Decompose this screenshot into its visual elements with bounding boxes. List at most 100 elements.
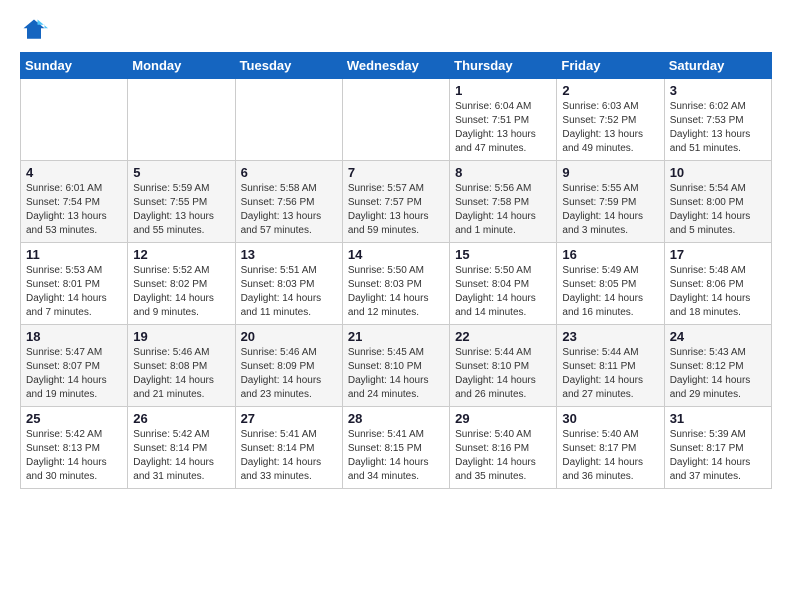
day-info: Sunrise: 5:49 AMSunset: 8:05 PMDaylight:… — [562, 264, 658, 320]
day-number: 9 — [562, 165, 658, 180]
day-info: Sunrise: 5:47 AMSunset: 8:07 PMDaylight:… — [26, 346, 122, 402]
calendar-header-row: SundayMondayTuesdayWednesdayThursdayFrid… — [21, 53, 772, 79]
page-header — [20, 16, 772, 44]
calendar-cell: 6Sunrise: 5:58 AMSunset: 7:56 PMDaylight… — [235, 161, 342, 243]
day-number: 28 — [348, 411, 444, 426]
day-info: Sunrise: 5:44 AMSunset: 8:10 PMDaylight:… — [455, 346, 551, 402]
day-info: Sunrise: 5:41 AMSunset: 8:14 PMDaylight:… — [241, 428, 337, 484]
calendar-cell: 27 Sunrise: 5:41 AMSunset: 8:14 PMDayligh… — [235, 407, 342, 489]
calendar-cell: 7 Sunrise: 5:57 AMSunset: 7:57 PMDaylight… — [342, 161, 449, 243]
calendar-cell — [21, 79, 128, 161]
day-number: 10 — [670, 165, 766, 180]
logo — [20, 16, 52, 44]
day-info: Sunrise: 6:04 AMSunset: 7:51 PMDaylight:… — [455, 100, 551, 156]
day-number: 14 — [348, 247, 444, 262]
day-number: 27 — [241, 411, 337, 426]
calendar-cell: 16 Sunrise: 5:49 AMSunset: 8:05 PMDayligh… — [557, 243, 664, 325]
day-info: Sunrise: 5:46 AMSunset: 8:09 PMDaylight:… — [241, 346, 337, 402]
day-number: 18 — [26, 329, 122, 344]
day-header-friday: Friday — [557, 53, 664, 79]
calendar-week-5: 25 Sunrise: 5:42 AMSunset: 8:13 PMDayligh… — [21, 407, 772, 489]
day-info: Sunrise: 5:40 AMSunset: 8:16 PMDaylight:… — [455, 428, 551, 484]
day-number: 31 — [670, 411, 766, 426]
day-info: Sunrise: 5:45 AMSunset: 8:10 PMDaylight:… — [348, 346, 444, 402]
day-info: Sunrise: 5:40 AMSunset: 8:17 PMDaylight:… — [562, 428, 658, 484]
calendar-cell: 2 Sunrise: 6:03 AMSunset: 7:52 PMDaylight… — [557, 79, 664, 161]
day-info: Sunrise: 6:01 AMSunset: 7:54 PMDaylight:… — [26, 182, 122, 238]
day-number: 30 — [562, 411, 658, 426]
calendar-cell: 28 Sunrise: 5:41 AMSunset: 8:15 PMDayligh… — [342, 407, 449, 489]
calendar-cell: 9 Sunrise: 5:55 AMSunset: 7:59 PMDaylight… — [557, 161, 664, 243]
calendar-week-3: 11Sunrise: 5:53 AMSunset: 8:01 PMDayligh… — [21, 243, 772, 325]
day-number: 4 — [26, 165, 122, 180]
day-info: Sunrise: 5:39 AMSunset: 8:17 PMDaylight:… — [670, 428, 766, 484]
day-number: 5 — [133, 165, 229, 180]
calendar-cell: 11Sunrise: 5:53 AMSunset: 8:01 PMDayligh… — [21, 243, 128, 325]
logo-icon — [20, 16, 48, 44]
day-info: Sunrise: 5:52 AMSunset: 8:02 PMDaylight:… — [133, 264, 229, 320]
day-number: 8 — [455, 165, 551, 180]
calendar-cell — [128, 79, 235, 161]
day-number: 23 — [562, 329, 658, 344]
day-info: Sunrise: 5:57 AMSunset: 7:57 PMDaylight:… — [348, 182, 444, 238]
calendar-week-1: 1 Sunrise: 6:04 AMSunset: 7:51 PMDaylight… — [21, 79, 772, 161]
calendar-cell: 24Sunrise: 5:43 AMSunset: 8:12 PMDayligh… — [664, 325, 771, 407]
day-header-sunday: Sunday — [21, 53, 128, 79]
day-info: Sunrise: 6:02 AMSunset: 7:53 PMDaylight:… — [670, 100, 766, 156]
day-info: Sunrise: 5:41 AMSunset: 8:15 PMDaylight:… — [348, 428, 444, 484]
day-number: 16 — [562, 247, 658, 262]
day-info: Sunrise: 6:03 AMSunset: 7:52 PMDaylight:… — [562, 100, 658, 156]
day-info: Sunrise: 5:51 AMSunset: 8:03 PMDaylight:… — [241, 264, 337, 320]
calendar-cell: 23 Sunrise: 5:44 AMSunset: 8:11 PMDayligh… — [557, 325, 664, 407]
day-number: 1 — [455, 83, 551, 98]
day-header-saturday: Saturday — [664, 53, 771, 79]
day-header-thursday: Thursday — [450, 53, 557, 79]
calendar-cell: 30 Sunrise: 5:40 AMSunset: 8:17 PMDayligh… — [557, 407, 664, 489]
day-info: Sunrise: 5:56 AMSunset: 7:58 PMDaylight:… — [455, 182, 551, 238]
calendar-cell: 21 Sunrise: 5:45 AMSunset: 8:10 PMDayligh… — [342, 325, 449, 407]
calendar-cell: 3 Sunrise: 6:02 AMSunset: 7:53 PMDaylight… — [664, 79, 771, 161]
calendar-cell: 4 Sunrise: 6:01 AMSunset: 7:54 PMDaylight… — [21, 161, 128, 243]
day-info: Sunrise: 5:43 AMSunset: 8:12 PMDaylight:… — [670, 346, 766, 402]
calendar-cell: 18 Sunrise: 5:47 AMSunset: 8:07 PMDayligh… — [21, 325, 128, 407]
day-number: 7 — [348, 165, 444, 180]
calendar-cell: 1 Sunrise: 6:04 AMSunset: 7:51 PMDaylight… — [450, 79, 557, 161]
day-info: Sunrise: 5:50 AMSunset: 8:04 PMDaylight:… — [455, 264, 551, 320]
calendar-week-2: 4 Sunrise: 6:01 AMSunset: 7:54 PMDaylight… — [21, 161, 772, 243]
calendar-week-4: 18 Sunrise: 5:47 AMSunset: 8:07 PMDayligh… — [21, 325, 772, 407]
calendar-cell: 26 Sunrise: 5:42 AMSunset: 8:14 PMDayligh… — [128, 407, 235, 489]
day-number: 29 — [455, 411, 551, 426]
day-header-monday: Monday — [128, 53, 235, 79]
calendar-cell: 22 Sunrise: 5:44 AMSunset: 8:10 PMDayligh… — [450, 325, 557, 407]
day-number: 19 — [133, 329, 229, 344]
day-number: 21 — [348, 329, 444, 344]
calendar-cell: 20 Sunrise: 5:46 AMSunset: 8:09 PMDayligh… — [235, 325, 342, 407]
day-number: 3 — [670, 83, 766, 98]
day-number: 20 — [241, 329, 337, 344]
calendar-cell: 13Sunrise: 5:51 AMSunset: 8:03 PMDayligh… — [235, 243, 342, 325]
day-info: Sunrise: 5:48 AMSunset: 8:06 PMDaylight:… — [670, 264, 766, 320]
calendar-cell: 31 Sunrise: 5:39 AMSunset: 8:17 PMDayligh… — [664, 407, 771, 489]
calendar-cell: 19 Sunrise: 5:46 AMSunset: 8:08 PMDayligh… — [128, 325, 235, 407]
calendar-cell: 25 Sunrise: 5:42 AMSunset: 8:13 PMDayligh… — [21, 407, 128, 489]
day-number: 17 — [670, 247, 766, 262]
day-info: Sunrise: 5:44 AMSunset: 8:11 PMDaylight:… — [562, 346, 658, 402]
day-number: 6 — [241, 165, 337, 180]
calendar-cell — [235, 79, 342, 161]
day-header-wednesday: Wednesday — [342, 53, 449, 79]
calendar-cell: 29 Sunrise: 5:40 AMSunset: 8:16 PMDayligh… — [450, 407, 557, 489]
day-number: 26 — [133, 411, 229, 426]
day-header-tuesday: Tuesday — [235, 53, 342, 79]
day-number: 25 — [26, 411, 122, 426]
calendar-cell: 5Sunrise: 5:59 AMSunset: 7:55 PMDaylight… — [128, 161, 235, 243]
day-number: 2 — [562, 83, 658, 98]
day-info: Sunrise: 5:55 AMSunset: 7:59 PMDaylight:… — [562, 182, 658, 238]
day-info: Sunrise: 5:42 AMSunset: 8:13 PMDaylight:… — [26, 428, 122, 484]
calendar-cell: 17 Sunrise: 5:48 AMSunset: 8:06 PMDayligh… — [664, 243, 771, 325]
day-info: Sunrise: 5:42 AMSunset: 8:14 PMDaylight:… — [133, 428, 229, 484]
day-info: Sunrise: 5:54 AMSunset: 8:00 PMDaylight:… — [670, 182, 766, 238]
day-number: 22 — [455, 329, 551, 344]
calendar-cell — [342, 79, 449, 161]
day-info: Sunrise: 5:46 AMSunset: 8:08 PMDaylight:… — [133, 346, 229, 402]
calendar-table: SundayMondayTuesdayWednesdayThursdayFrid… — [20, 52, 772, 489]
